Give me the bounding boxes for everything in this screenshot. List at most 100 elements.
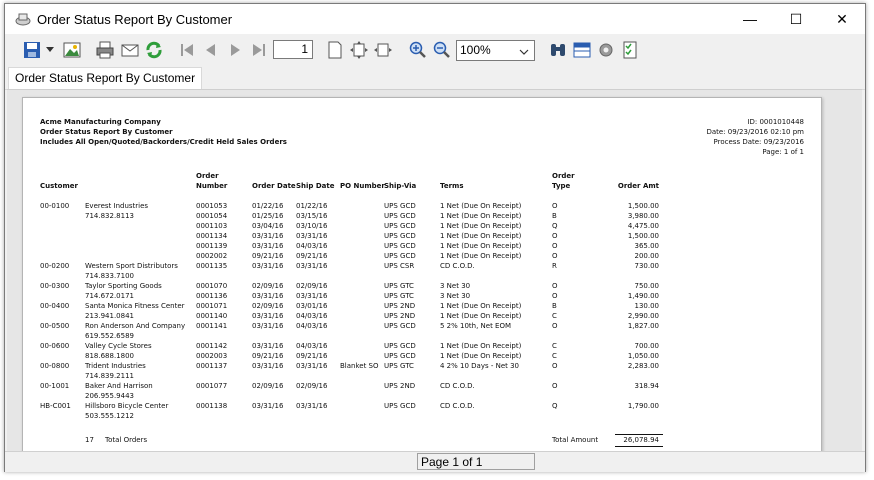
ship-via: UPS GTC <box>384 292 414 300</box>
order-type: B <box>552 302 557 310</box>
customer-id: 00-0300 <box>40 282 70 290</box>
report-id: ID: 0001010448 <box>747 118 804 126</box>
order-date: 03/31/16 <box>252 312 284 320</box>
col-order-type-1: Order <box>552 172 575 180</box>
refresh-icon[interactable] <box>143 39 165 61</box>
order-type: C <box>552 342 557 350</box>
email-icon[interactable] <box>119 39 141 61</box>
col-order-date: Order Date <box>252 182 296 190</box>
order-number: 0001053 <box>196 202 228 210</box>
customer-id: 00-0500 <box>40 322 70 330</box>
toolbar: 1 100% <box>5 35 865 67</box>
page-number-input[interactable]: 1 <box>273 40 313 59</box>
order-type: O <box>552 252 558 260</box>
ship-via: UPS GCD <box>384 232 416 240</box>
report-window: Order Status Report By Customer — ☐ ✕ 1 … <box>4 3 866 472</box>
order-number: 0001054 <box>196 212 228 220</box>
order-date: 03/31/16 <box>252 292 284 300</box>
zoom-select[interactable]: 100% <box>456 40 535 61</box>
order-type: C <box>552 312 557 320</box>
zoom-in-icon[interactable] <box>407 39 429 61</box>
ship-via: UPS GCD <box>384 342 416 350</box>
status-bar: Page 1 of 1 <box>5 451 865 472</box>
terms: 1 Net (Due On Receipt) <box>440 202 522 210</box>
order-date: 03/04/16 <box>252 222 284 230</box>
order-amount: 4,475.00 <box>627 222 659 230</box>
last-page-icon[interactable] <box>248 39 270 61</box>
ship-via: UPS 2ND <box>384 312 416 320</box>
single-page-icon[interactable] <box>324 39 346 61</box>
zoom-out-icon[interactable] <box>431 39 453 61</box>
order-number: 0001103 <box>196 222 228 230</box>
order-amount: 3,980.00 <box>627 212 659 220</box>
fit-width-icon[interactable] <box>372 39 394 61</box>
customer-name: 503.555.1212 <box>85 412 134 420</box>
customer-name: Ron Anderson And Company <box>85 322 186 330</box>
ship-via: UPS GTC <box>384 282 414 290</box>
ship-date: 03/15/16 <box>296 212 328 220</box>
total-amount-label: Total Amount <box>552 436 599 444</box>
order-number: 0001137 <box>196 362 228 370</box>
terms: 1 Net (Due On Receipt) <box>440 242 522 250</box>
tab-report[interactable]: Order Status Report By Customer <box>8 67 203 90</box>
report-viewer[interactable]: Acme Manufacturing Company Order Status … <box>7 89 862 451</box>
order-number: 0001071 <box>196 302 228 310</box>
settings-icon[interactable] <box>595 39 617 61</box>
ship-date: 03/31/16 <box>296 262 328 270</box>
ship-date: 04/03/16 <box>296 312 328 320</box>
ship-via: UPS GTC <box>384 362 414 370</box>
title-bar: Order Status Report By Customer — ☐ ✕ <box>5 4 865 34</box>
ship-date: 03/31/16 <box>296 292 328 300</box>
total-orders-label: Total Orders <box>105 436 148 444</box>
customer-name: 206.955.9443 <box>85 392 134 400</box>
ship-date: 09/21/16 <box>296 252 328 260</box>
previous-page-icon[interactable] <box>200 39 222 61</box>
order-amount: 365.00 <box>634 242 660 250</box>
order-date: 03/31/16 <box>252 232 284 240</box>
order-date: 03/31/16 <box>252 362 284 370</box>
status-page-text: Page 1 of 1 <box>417 453 535 470</box>
terms: 3 Net 30 <box>440 282 471 290</box>
ship-date: 03/31/16 <box>296 232 328 240</box>
customer-id: 00-0200 <box>40 262 70 270</box>
customer-id: 00-0800 <box>40 362 70 370</box>
ship-via: UPS GCD <box>384 242 416 250</box>
next-page-icon[interactable] <box>224 39 246 61</box>
col-terms: Terms <box>440 182 464 190</box>
order-amount: 1,827.00 <box>627 322 659 330</box>
terms: 1 Net (Due On Receipt) <box>440 232 522 240</box>
export-image-icon[interactable] <box>61 39 83 61</box>
group-tree-icon[interactable] <box>571 39 593 61</box>
find-icon[interactable] <box>547 39 569 61</box>
ship-via: UPS GCD <box>384 222 416 230</box>
parameters-icon[interactable] <box>619 39 641 61</box>
print-icon[interactable] <box>94 39 116 61</box>
fit-page-icon[interactable] <box>348 39 370 61</box>
save-icon[interactable] <box>21 39 43 61</box>
ship-via: UPS GCD <box>384 252 416 260</box>
order-number: 0002003 <box>196 352 228 360</box>
order-amount: 1,500.00 <box>627 232 659 240</box>
customer-name: 619.552.6589 <box>85 332 134 340</box>
minimize-button[interactable]: — <box>727 4 773 34</box>
page-indicator: Page: 1 of 1 <box>762 148 804 156</box>
order-type: B <box>552 212 557 220</box>
close-button[interactable]: ✕ <box>819 4 865 34</box>
customer-id: 00-0100 <box>40 202 70 210</box>
maximize-button[interactable]: ☐ <box>773 4 819 34</box>
customer-name: Baker And Harrison <box>85 382 153 390</box>
ship-via: UPS GCD <box>384 402 416 410</box>
order-number: 0001077 <box>196 382 228 390</box>
first-page-icon[interactable] <box>176 39 198 61</box>
col-ship-date: Ship Date <box>296 182 335 190</box>
col-order-amt: Order Amt <box>617 182 659 190</box>
ship-via: UPS GCD <box>384 352 416 360</box>
dropdown-arrow-icon[interactable] <box>44 39 56 61</box>
order-date: 03/31/16 <box>252 402 284 410</box>
customer-name: Valley Cycle Stores <box>85 342 152 350</box>
col-order-number-2: Number <box>196 182 228 190</box>
terms: 1 Net (Due On Receipt) <box>440 252 522 260</box>
window-title: Order Status Report By Customer <box>37 12 233 27</box>
terms: 4 2% 10 Days - Net 30 <box>440 362 520 370</box>
order-number: 0002002 <box>196 252 228 260</box>
